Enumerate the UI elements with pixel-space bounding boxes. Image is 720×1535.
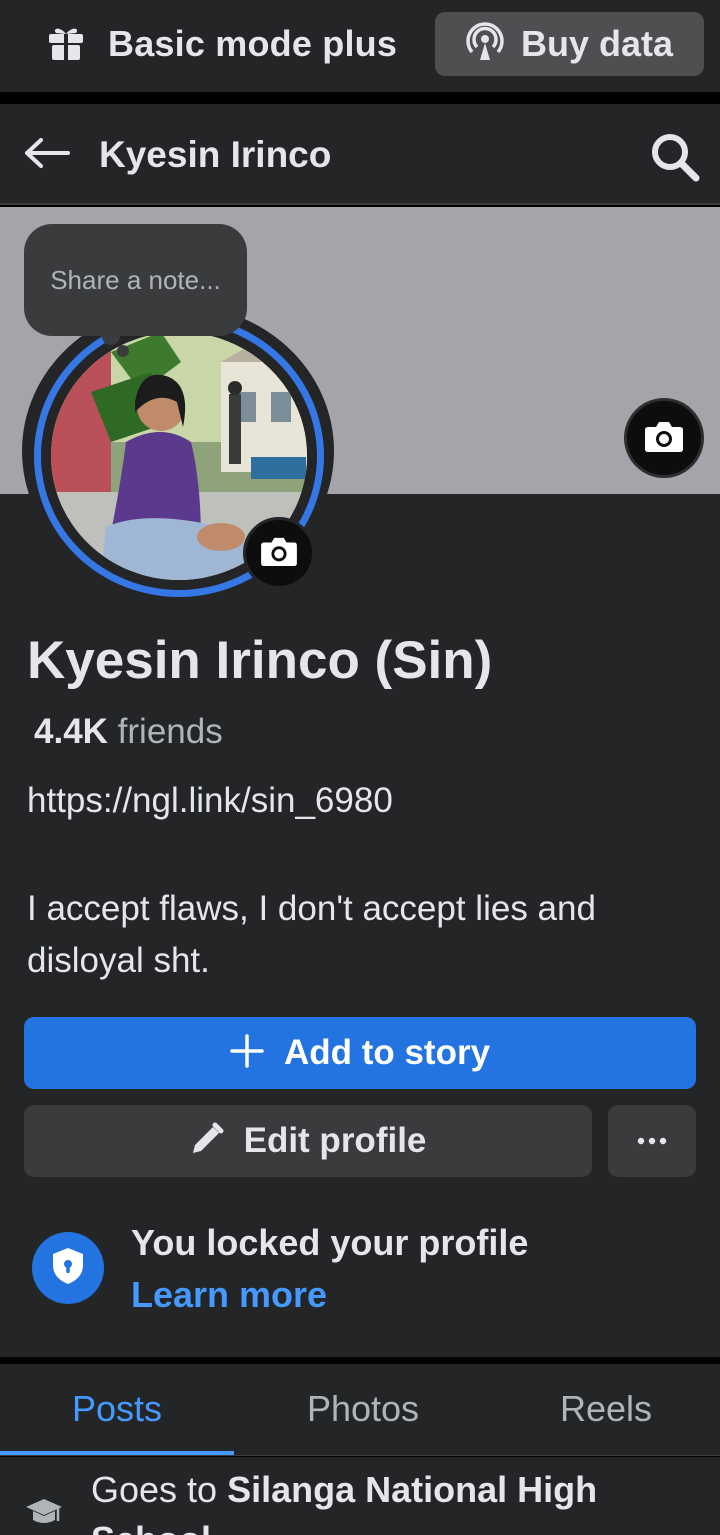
edit-profile-label: Edit profile (243, 1121, 427, 1160)
more-dots-icon (637, 1132, 667, 1150)
camera-icon (260, 535, 298, 572)
intro-school[interactable]: Goes to Silanga National High School (91, 1465, 701, 1535)
buy-data-button[interactable]: Buy data (435, 12, 704, 76)
friends-count[interactable]: 4.4K friends (34, 712, 223, 752)
back-arrow-icon (24, 137, 70, 174)
pencil-icon (190, 1122, 224, 1161)
locked-profile-badge (32, 1232, 104, 1304)
intro-prefix: Goes to (91, 1469, 228, 1510)
edit-profile-button[interactable]: Edit profile (24, 1105, 592, 1177)
top-data-bar: Basic mode plus Buy data (0, 0, 720, 92)
friends-number: 4.4K (34, 712, 108, 751)
shield-lock-icon (50, 1246, 86, 1291)
profile-section: Share a note... Kyesin Irinco (Sin) 4.4K… (0, 207, 720, 1357)
graduation-cap-icon (24, 1491, 64, 1531)
basic-mode-label: Basic mode plus (108, 23, 398, 64)
tab-reels[interactable]: Reels (492, 1364, 720, 1454)
profile-tabs: Posts Photos Reels (0, 1364, 720, 1456)
more-options-button[interactable] (608, 1105, 696, 1177)
back-button[interactable] (24, 134, 72, 176)
intro-section: Goes to Silanga National High School (0, 1457, 720, 1535)
note-bubble-tail-small (117, 345, 129, 357)
add-to-story-label: Add to story (283, 1033, 491, 1072)
basic-mode-plus-button[interactable]: Basic mode plus (46, 18, 397, 70)
search-icon (648, 134, 702, 188)
friends-label: friends (117, 712, 223, 751)
share-note-bubble[interactable]: Share a note... (24, 224, 247, 336)
profile-nav-bar: Kyesin Irinco (0, 104, 720, 205)
plus-icon (230, 1033, 264, 1073)
note-placeholder: Share a note... (50, 264, 221, 295)
gift-icon (46, 22, 86, 67)
page-title: Kyesin Irinco (99, 134, 332, 175)
locked-profile-title: You locked your profile (131, 1222, 529, 1263)
tab-photos[interactable]: Photos (244, 1364, 482, 1454)
learn-more-link[interactable]: Learn more (131, 1274, 327, 1316)
search-button[interactable] (648, 130, 702, 184)
add-to-story-button[interactable]: Add to story (24, 1017, 696, 1089)
broadcast-icon (465, 21, 505, 67)
edit-avatar-button[interactable] (243, 517, 315, 589)
profile-name: Kyesin Irinco (Sin) (27, 631, 493, 690)
edit-cover-button[interactable] (624, 398, 704, 478)
active-tab-indicator (0, 1451, 234, 1455)
camera-icon (644, 419, 684, 458)
bio-text: I accept flaws, I don't accept lies and … (27, 889, 596, 980)
note-bubble-tail (102, 327, 120, 345)
bio-link[interactable]: https://ngl.link/sin_6980 (27, 781, 393, 821)
tab-posts[interactable]: Posts (0, 1364, 234, 1454)
buy-data-label: Buy data (521, 23, 674, 64)
